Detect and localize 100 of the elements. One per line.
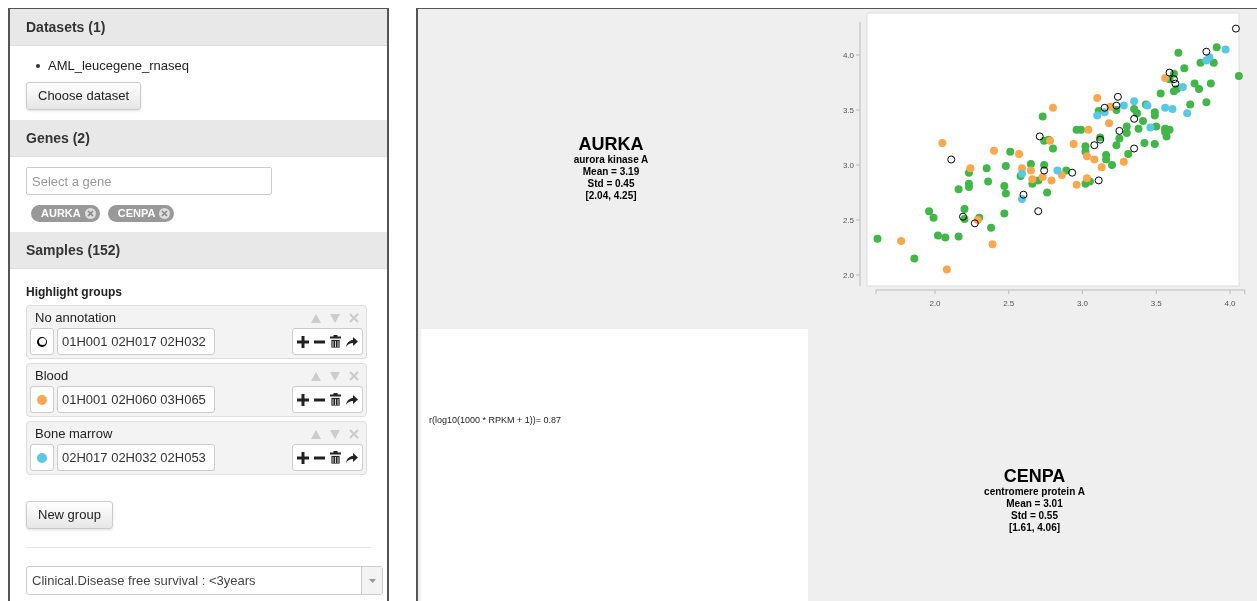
scatter-point xyxy=(1161,74,1170,83)
gene-mean: Mean = 3.19 xyxy=(582,166,640,178)
scatter-point xyxy=(1112,101,1121,110)
trash-icon[interactable] xyxy=(330,335,341,348)
bullet-icon xyxy=(36,64,40,68)
scatter-point xyxy=(1105,119,1114,128)
color-button[interactable] xyxy=(30,328,54,355)
new-group-button[interactable]: New group xyxy=(26,501,113,529)
samples-field[interactable]: 01H001 02H060 03H065 xyxy=(57,386,215,413)
scatter-point xyxy=(1212,43,1221,52)
choose-dataset-button[interactable]: Choose dataset xyxy=(26,82,142,110)
scatter-point xyxy=(1130,114,1139,123)
y-tick-label: 4.0 xyxy=(842,51,854,60)
gene-search-field[interactable]: Select a gene xyxy=(26,167,272,195)
scatter-point xyxy=(1006,147,1015,156)
scatter-point xyxy=(1134,124,1143,133)
x-tick-label: 3.0 xyxy=(1076,299,1089,308)
scatter-point xyxy=(1156,89,1165,98)
scatter-point xyxy=(1040,166,1049,175)
scatter-point xyxy=(988,240,997,249)
scatter-point xyxy=(1026,166,1035,175)
scatter-point xyxy=(1133,109,1142,118)
scatter-point xyxy=(1150,140,1159,149)
scatter-point xyxy=(1081,142,1090,151)
gene-range: [1.61, 4.06] xyxy=(1008,522,1061,534)
scatter-point xyxy=(982,164,991,173)
scatter-point xyxy=(1206,79,1215,88)
scatter-point xyxy=(1019,190,1028,199)
color-button[interactable] xyxy=(30,386,54,413)
scatter-point xyxy=(933,231,942,240)
scatter-point xyxy=(990,146,998,155)
scatter-point xyxy=(1169,69,1178,78)
scatter-point xyxy=(1069,140,1078,149)
scatter-point xyxy=(1234,71,1243,80)
scatter-point xyxy=(1001,189,1010,198)
scatter-point xyxy=(1093,93,1102,102)
scatter-point xyxy=(1018,195,1027,204)
group-list-title: Highlight groups xyxy=(26,284,123,301)
scatter-point xyxy=(984,177,993,186)
scatter-point xyxy=(1165,125,1174,134)
gene-name: aurora kinase A xyxy=(573,154,649,166)
scatter-point xyxy=(1102,155,1111,164)
dataset-item: AML_leucegene_rnaseq xyxy=(48,57,189,76)
filter-dropdown[interactable]: Clinical.Disease free survival : <3years xyxy=(26,566,383,595)
scatter-point xyxy=(1186,100,1195,109)
scatter-point xyxy=(1068,168,1077,177)
scatter-point xyxy=(873,234,882,243)
scatter-point xyxy=(1115,134,1124,143)
scatter-point xyxy=(1130,144,1139,153)
scatter-point xyxy=(1122,122,1131,131)
x-tick-label: 2.5 xyxy=(1003,299,1015,308)
scatter-point xyxy=(1231,24,1240,33)
trash-icon[interactable] xyxy=(330,393,341,406)
scatter-point xyxy=(929,213,938,222)
scatter-point xyxy=(1119,101,1128,110)
scatter-point xyxy=(1165,68,1174,77)
color-button[interactable] xyxy=(30,444,54,471)
add-icon[interactable] xyxy=(297,451,309,464)
scatter-point xyxy=(1034,207,1043,216)
samples-field[interactable]: 01H001 02H017 02H032 xyxy=(57,328,215,355)
scatter-point xyxy=(1035,132,1044,141)
scatter-point xyxy=(1195,85,1204,94)
scatter-point xyxy=(954,232,963,241)
samples-field[interactable]: 02H017 02H032 02H053 xyxy=(57,444,215,471)
share-icon[interactable] xyxy=(346,336,358,347)
scatter-point xyxy=(1049,103,1057,112)
correlation-text: r(log10(1000 * RPKM + 1))= 0.87 xyxy=(429,414,562,427)
trash-icon[interactable] xyxy=(330,451,341,464)
scatter-point xyxy=(1084,125,1093,134)
gene-std: Std = 0.55 xyxy=(1011,510,1058,522)
scatter-point xyxy=(1172,85,1181,94)
y-tick-label: 3.5 xyxy=(842,106,854,115)
scatter-point xyxy=(970,219,979,228)
share-icon[interactable] xyxy=(346,394,358,405)
section-title: Genes (2) xyxy=(26,128,90,148)
scatter-point xyxy=(1094,176,1103,185)
add-icon[interactable] xyxy=(297,393,309,406)
add-icon[interactable] xyxy=(297,335,309,348)
gene-range: [2.04, 4.25] xyxy=(585,190,637,202)
scatter-point xyxy=(954,185,963,194)
scatter-point xyxy=(1100,103,1109,112)
scatter-point xyxy=(1221,45,1230,54)
scatter-point xyxy=(1150,108,1159,117)
scatter-point xyxy=(1122,129,1131,138)
scatter-point xyxy=(966,164,975,173)
section-title: Samples (152) xyxy=(26,240,121,260)
scatter-point xyxy=(1106,102,1115,111)
scatter-point xyxy=(1090,141,1099,150)
scatter-point xyxy=(1205,53,1214,62)
scatter-point xyxy=(1072,180,1081,189)
scatter-point xyxy=(1130,97,1139,106)
scatter-point xyxy=(1018,169,1027,178)
x-tick-label: 2.0 xyxy=(929,299,941,308)
scatter-point xyxy=(1146,123,1155,132)
scatter-point xyxy=(1093,111,1102,120)
scatter-point xyxy=(1000,181,1009,190)
scatter-point xyxy=(1174,48,1183,57)
share-icon[interactable] xyxy=(346,452,358,463)
scatter-point xyxy=(897,236,906,245)
scatter-point xyxy=(1082,174,1091,183)
